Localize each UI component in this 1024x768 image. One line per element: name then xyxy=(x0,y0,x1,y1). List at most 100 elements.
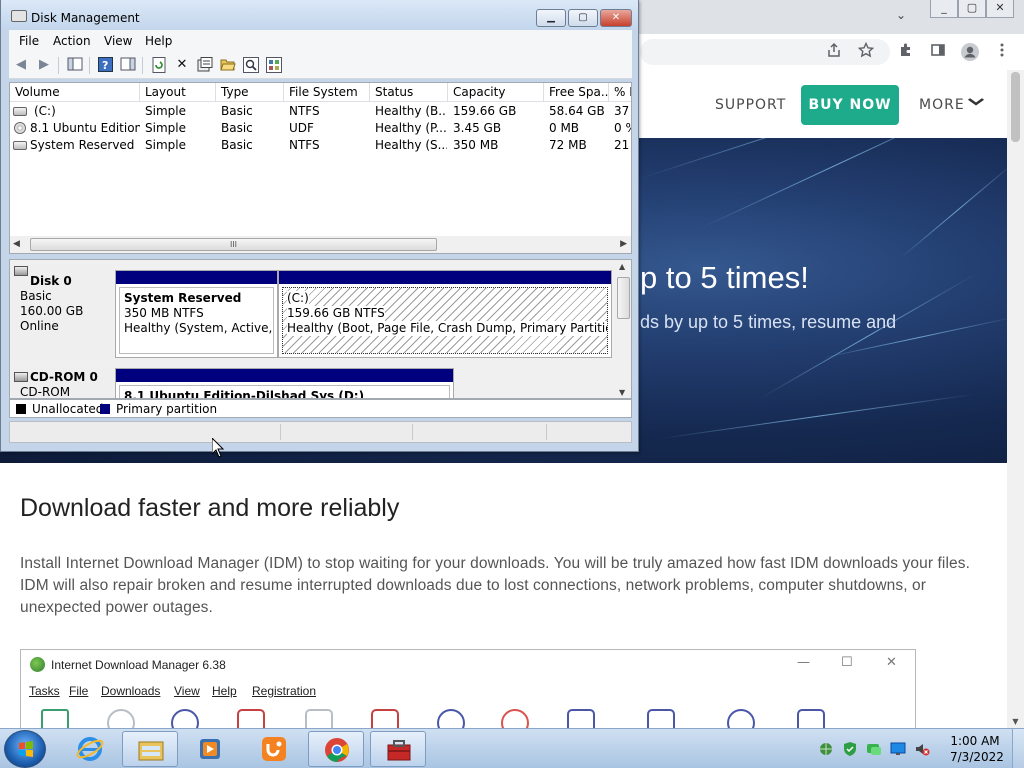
forward-arrow-icon[interactable]: ▶ xyxy=(36,57,52,73)
taskbar-uc-browser[interactable] xyxy=(246,731,302,767)
volume-list: Volume Layout Type File System Status Ca… xyxy=(9,82,632,254)
profile-avatar-icon[interactable] xyxy=(960,42,980,62)
extensions-icon[interactable] xyxy=(896,42,916,62)
hard-disk-icon xyxy=(14,266,28,276)
disk-0-label[interactable]: Disk 0 Basic 160.00 GB Online xyxy=(12,263,113,359)
volume-name: 8.1 Ubuntu Edition... xyxy=(30,121,140,135)
column-layout[interactable]: Layout xyxy=(140,83,216,102)
volume-row[interactable]: System Reserved Simple Basic NTFS Health… xyxy=(10,137,631,154)
idm-menubar: Tasks File Downloads View Help Registrat… xyxy=(21,681,915,701)
security-shield-icon[interactable] xyxy=(842,741,858,757)
column-capacity[interactable]: Capacity xyxy=(448,83,544,102)
tab-search-icon[interactable]: ⌄ xyxy=(896,8,906,22)
browser-menu-icon[interactable] xyxy=(992,42,1012,62)
svg-text:?: ? xyxy=(102,59,108,72)
scroll-right-arrow-icon[interactable]: ▶ xyxy=(620,239,627,249)
section-paragraph: Install Internet Download Manager (IDM) … xyxy=(20,555,970,616)
partition-status: Healthy (System, Active, Primary Partiti… xyxy=(124,321,273,335)
browser-minimize-button[interactable]: _ xyxy=(930,0,958,18)
page-scroll-thumb[interactable] xyxy=(1011,72,1020,142)
scroll-down-arrow-icon[interactable]: ▼ xyxy=(619,388,625,397)
clock-time[interactable]: 1:00 AM xyxy=(950,734,1000,748)
show-action-pane-icon[interactable] xyxy=(120,57,136,73)
column-volume[interactable]: Volume xyxy=(10,83,140,102)
dm-menu-action[interactable]: Action xyxy=(53,34,91,48)
column-free-space[interactable]: Free Spa... xyxy=(544,83,609,102)
network-globe-icon[interactable] xyxy=(818,741,834,757)
buy-now-button[interactable]: BUY NOW xyxy=(801,85,899,125)
open-folder-icon[interactable] xyxy=(220,57,236,73)
page-scrollbar[interactable]: ▲ ▼ xyxy=(1007,70,1024,728)
taskbar-media-player[interactable] xyxy=(182,731,238,767)
idm-minimize-icon: — xyxy=(797,655,810,670)
back-arrow-icon[interactable]: ◀ xyxy=(13,57,29,73)
nav-more-link[interactable]: MORE xyxy=(919,97,965,113)
scroll-down-arrow-icon[interactable]: ▼ xyxy=(1007,717,1024,726)
volume-row[interactable]: 8.1 Ubuntu Edition... Simple Basic UDF H… xyxy=(10,120,631,137)
scroll-up-arrow-icon[interactable]: ▲ xyxy=(619,262,625,271)
dm-window-controls: ▁ ▢ ✕ xyxy=(536,9,632,27)
side-panel-icon[interactable] xyxy=(928,42,948,62)
dm-close-button[interactable]: ✕ xyxy=(600,9,632,27)
nav-support-link[interactable]: SUPPORT xyxy=(715,97,786,113)
volume-list-hscrollbar[interactable]: ◀ III ▶ xyxy=(10,236,631,253)
cdrom-0-label[interactable]: CD-ROM 0 CD-ROM xyxy=(12,367,113,398)
dm-menu-file[interactable]: File xyxy=(19,34,39,48)
partition-cd-drive[interactable]: 8.1 Ubuntu Edition-Dilshad Sys (D:) xyxy=(115,368,454,398)
show-hide-console-tree-icon[interactable] xyxy=(67,57,83,73)
volume-layout: Simple xyxy=(145,104,186,118)
dm-maximize-button[interactable]: ▢ xyxy=(568,9,598,27)
dm-minimize-button[interactable]: ▁ xyxy=(536,9,566,27)
refresh-icon[interactable] xyxy=(151,57,167,73)
column-type[interactable]: Type xyxy=(216,83,284,102)
properties-icon[interactable] xyxy=(197,57,213,73)
taskbar-chrome[interactable] xyxy=(308,731,364,767)
help-icon[interactable]: ? xyxy=(97,57,113,73)
scroll-left-arrow-icon[interactable]: ◀ xyxy=(13,239,20,249)
browser-close-button[interactable]: ✕ xyxy=(986,0,1014,18)
idm-delete-completed-icon xyxy=(371,709,399,728)
volume-row[interactable]: (C:) Simple Basic NTFS Healthy (B... 159… xyxy=(10,103,631,120)
clock-date[interactable]: 7/3/2022 xyxy=(950,750,1004,764)
volume-capacity: 3.45 GB xyxy=(453,121,502,135)
volume-speaker-icon[interactable] xyxy=(914,741,930,757)
volume-file-system: NTFS xyxy=(289,138,320,152)
chat-bubble-icon[interactable] xyxy=(866,741,882,757)
bookmark-star-icon[interactable] xyxy=(856,41,876,62)
idm-window-title: Internet Download Manager 6.38 xyxy=(51,658,226,672)
start-button[interactable] xyxy=(4,730,46,768)
settings-grid-icon[interactable] xyxy=(266,57,282,73)
folder-icon xyxy=(138,741,164,761)
address-bar[interactable] xyxy=(640,39,890,65)
graphical-view-vscrollbar[interactable]: ▲ ▼ xyxy=(615,260,631,398)
show-desktop-button[interactable] xyxy=(1012,729,1024,768)
idm-stop-all-icon xyxy=(237,709,265,728)
idm-start-queue-icon xyxy=(567,709,595,728)
disk-graphical-view: Disk 0 Basic 160.00 GB Online System Res… xyxy=(9,259,632,399)
dm-titlebar[interactable]: Disk Management ▁ ▢ ✕ xyxy=(1,0,638,30)
column-percent-free[interactable]: % F xyxy=(609,83,631,102)
browser-maximize-button[interactable]: ▢ xyxy=(958,0,986,18)
status-pane xyxy=(546,424,631,440)
share-icon[interactable] xyxy=(824,42,844,62)
column-file-system[interactable]: File System xyxy=(284,83,370,102)
monitor-network-icon[interactable] xyxy=(890,741,906,757)
volume-status: Healthy (B... xyxy=(375,104,447,118)
taskbar-windows-explorer[interactable] xyxy=(122,731,178,767)
partition-system-reserved[interactable]: System Reserved 350 MB NTFS Healthy (Sys… xyxy=(115,270,278,358)
taskbar-internet-explorer[interactable] xyxy=(62,731,118,767)
internet-explorer-icon xyxy=(76,737,104,761)
search-magnifier-icon[interactable] xyxy=(243,57,259,73)
dm-menu-help[interactable]: Help xyxy=(145,34,172,48)
dm-menu-view[interactable]: View xyxy=(104,34,132,48)
column-status[interactable]: Status xyxy=(370,83,448,102)
partition-details: System Reserved 350 MB NTFS Healthy (Sys… xyxy=(119,287,274,354)
hscroll-thumb[interactable]: III xyxy=(30,238,437,251)
chevron-down-icon[interactable] xyxy=(967,92,985,111)
partition-c-drive[interactable]: (C:) 159.66 GB NTFS Healthy (Boot, Page … xyxy=(278,270,612,358)
vscroll-thumb[interactable] xyxy=(617,277,630,319)
taskbar-computer-management[interactable] xyxy=(370,731,426,767)
delete-icon[interactable]: ✕ xyxy=(174,57,190,73)
volume-free-space: 0 MB xyxy=(549,121,580,135)
volume-name: (C:) xyxy=(34,104,56,118)
